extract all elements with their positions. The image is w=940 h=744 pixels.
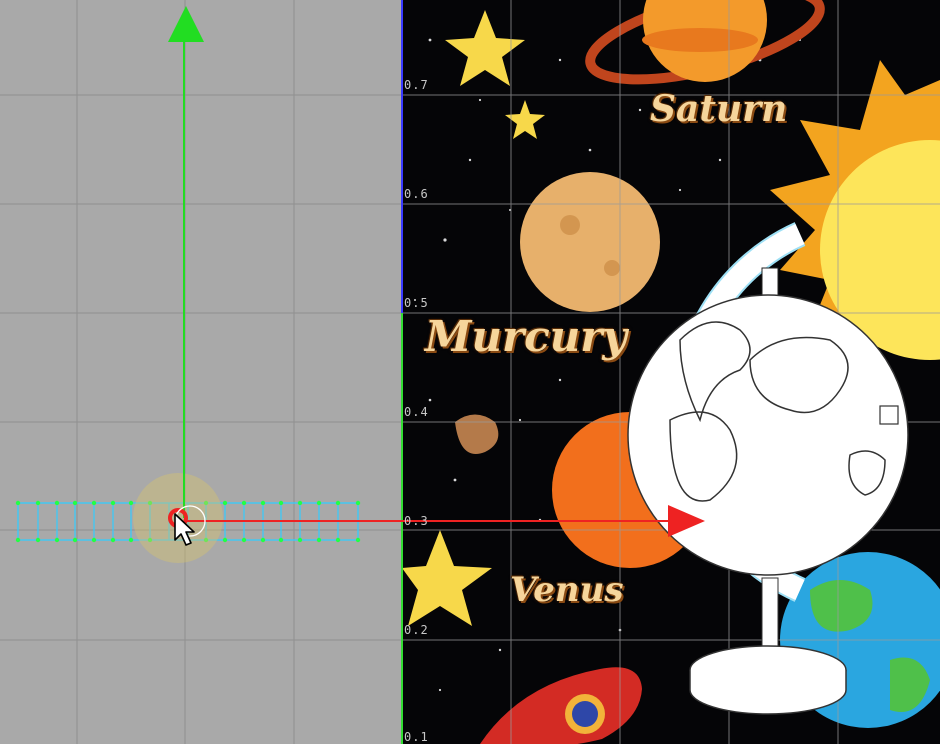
uv-editor-viewport[interactable]: 0.7 0.6 0.5 0.4 0.3 0.2 0.1 Saturn Murcu… <box>0 0 940 744</box>
uv-axis-label: 0.1 <box>404 730 429 744</box>
uv-axis-label: 0.3 <box>404 514 429 528</box>
uv-axis-label: 0.4 <box>404 405 429 419</box>
saturn-label: Saturn <box>650 88 788 130</box>
venus-label: Venus <box>510 570 624 610</box>
uv-axis-label: 0.7 <box>404 78 429 92</box>
uv-axis-label: 0.5 <box>404 296 429 310</box>
uv-axis-label: 0.6 <box>404 187 429 201</box>
uv-axis-label: 0.2 <box>404 623 429 637</box>
viewport-canvas[interactable] <box>0 0 940 744</box>
mercury-label: Murcury <box>425 312 627 361</box>
orange-planet <box>520 172 660 312</box>
